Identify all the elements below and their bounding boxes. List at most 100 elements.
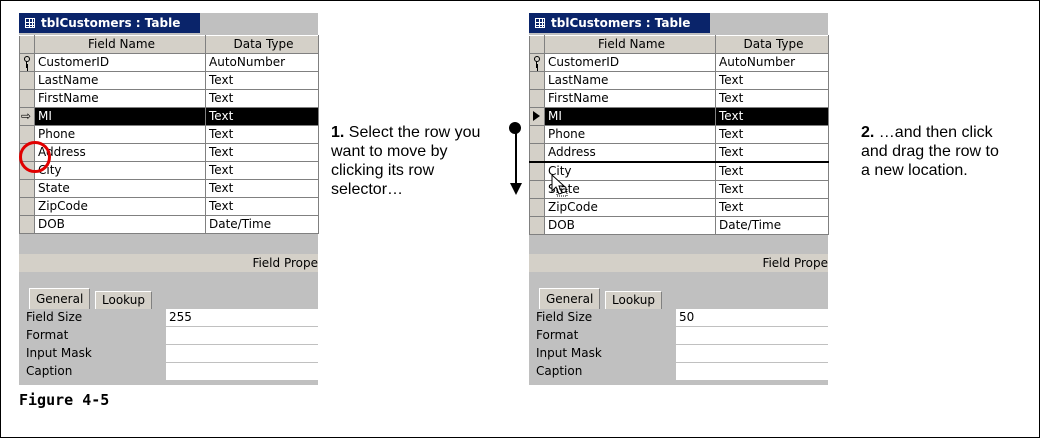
row-selector[interactable] [19, 71, 35, 90]
data-type-cell[interactable]: Text [715, 71, 829, 90]
format-input[interactable] [166, 326, 318, 345]
field-name-cell[interactable]: MI [544, 107, 716, 126]
table-row-drop-target[interactable]: City Text [529, 161, 829, 181]
tab-lookup[interactable]: Lookup [95, 291, 152, 309]
table-row[interactable]: City Text [19, 161, 319, 180]
data-type-cell[interactable]: Text [205, 107, 319, 126]
data-type-cell[interactable]: Text [715, 107, 829, 126]
field-name-cell[interactable]: DOB [34, 215, 206, 234]
field-name-cell[interactable]: State [34, 179, 206, 198]
field-name-cell[interactable]: City [34, 161, 206, 180]
field-name-cell[interactable]: FirstName [544, 89, 716, 108]
row-selector[interactable] [529, 161, 545, 181]
data-type-cell[interactable]: Text [205, 71, 319, 90]
table-row-selected[interactable]: MI Text [529, 107, 829, 126]
row-selector[interactable] [19, 179, 35, 198]
table-row-selected[interactable]: ⇨ MI Text [19, 107, 319, 126]
field-name-cell[interactable]: LastName [34, 71, 206, 90]
input-mask-input[interactable] [676, 344, 828, 363]
table-row[interactable]: Phone Text [529, 125, 829, 144]
data-type-cell[interactable]: Date/Time [715, 216, 829, 235]
property-label: Field Size [536, 310, 593, 325]
window-title-bar[interactable]: tblCustomers : Table [19, 13, 200, 33]
data-type-cell[interactable]: Text [205, 179, 319, 198]
data-type-cell[interactable]: Text [715, 198, 829, 217]
data-type-cell[interactable]: Text [715, 125, 829, 144]
field-name-cell[interactable]: Address [34, 143, 206, 162]
data-type-cell[interactable]: Text [715, 180, 829, 199]
input-mask-input[interactable] [166, 344, 318, 363]
table-row[interactable]: Address Text [529, 143, 829, 163]
field-name-cell[interactable]: LastName [544, 71, 716, 90]
format-input[interactable] [676, 326, 828, 345]
table-row[interactable]: CustomerID AutoNumber [19, 53, 319, 72]
row-selector[interactable] [19, 53, 35, 72]
row-selector[interactable] [529, 71, 545, 90]
field-name-cell[interactable]: Phone [34, 125, 206, 144]
caption-input[interactable] [676, 362, 828, 381]
tab-general[interactable]: General [539, 288, 601, 309]
row-selector[interactable] [529, 180, 545, 199]
data-type-cell[interactable]: Text [715, 143, 829, 163]
row-selector[interactable] [529, 143, 545, 163]
table-row[interactable]: State Text [19, 179, 319, 198]
tab-lookup[interactable]: Lookup [605, 291, 662, 309]
data-type-cell[interactable]: Text [715, 161, 829, 181]
table-row[interactable]: State Text [529, 180, 829, 199]
field-name-cell[interactable]: CustomerID [34, 53, 206, 72]
field-size-input[interactable]: 50 [676, 309, 828, 327]
data-type-cell[interactable]: AutoNumber [715, 53, 829, 72]
field-name-cell[interactable]: CustomerID [544, 53, 716, 72]
corner-selector[interactable] [19, 35, 35, 54]
table-row[interactable]: FirstName Text [19, 89, 319, 108]
caption-input[interactable] [166, 362, 318, 381]
corner-selector[interactable] [529, 35, 545, 54]
field-name-cell[interactable]: ZipCode [34, 197, 206, 216]
tab-general[interactable]: General [29, 288, 91, 309]
data-type-cell[interactable]: AutoNumber [205, 53, 319, 72]
data-type-cell[interactable]: Date/Time [205, 215, 319, 234]
row-selector[interactable] [529, 89, 545, 108]
data-type-cell[interactable]: Text [715, 89, 829, 108]
field-name-cell[interactable]: Address [544, 143, 716, 163]
data-type-cell[interactable]: Text [205, 161, 319, 180]
property-row: Caption [533, 362, 828, 381]
field-name-cell[interactable]: FirstName [34, 89, 206, 108]
field-name-cell[interactable]: Phone [544, 125, 716, 144]
data-type-cell[interactable]: Text [205, 197, 319, 216]
data-type-cell[interactable]: Text [205, 125, 319, 144]
field-name-cell[interactable]: ZipCode [544, 198, 716, 217]
row-selector[interactable]: ⇨ [19, 107, 35, 126]
row-selector[interactable] [19, 197, 35, 216]
property-grid: Field Size 50 Format Input Mask Caption [533, 309, 828, 381]
step-1-number: 1. [331, 124, 345, 141]
row-selector[interactable] [529, 216, 545, 235]
table-row[interactable]: FirstName Text [529, 89, 829, 108]
table-row[interactable]: Phone Text [19, 125, 319, 144]
field-name-cell[interactable]: State [544, 180, 716, 199]
table-row[interactable]: DOB Date/Time [529, 216, 829, 235]
property-label: Format [26, 328, 69, 342]
data-type-cell[interactable]: Text [205, 143, 319, 162]
property-grid: Field Size 255 Format Input Mask Caption [23, 309, 318, 381]
row-selector[interactable] [529, 198, 545, 217]
table-row[interactable]: ZipCode Text [19, 197, 319, 216]
table-row[interactable]: DOB Date/Time [19, 215, 319, 234]
row-selector[interactable] [19, 89, 35, 108]
table-row[interactable]: ZipCode Text [529, 198, 829, 217]
window-title-bar[interactable]: tblCustomers : Table [529, 13, 710, 33]
field-size-input[interactable]: 255 [166, 309, 318, 327]
row-selector[interactable] [529, 53, 545, 72]
table-row[interactable]: LastName Text [529, 71, 829, 90]
field-name-cell[interactable]: DOB [544, 216, 716, 235]
row-selector[interactable] [529, 125, 545, 144]
data-type-cell[interactable]: Text [205, 89, 319, 108]
table-row[interactable]: Address Text [19, 143, 319, 162]
table-row[interactable]: LastName Text [19, 71, 319, 90]
property-label: Caption [536, 364, 583, 378]
field-name-cell[interactable]: City [544, 161, 716, 181]
field-name-cell[interactable]: MI [34, 107, 206, 126]
table-row[interactable]: CustomerID AutoNumber [529, 53, 829, 72]
row-selector[interactable] [19, 215, 35, 234]
row-selector[interactable] [529, 107, 545, 126]
